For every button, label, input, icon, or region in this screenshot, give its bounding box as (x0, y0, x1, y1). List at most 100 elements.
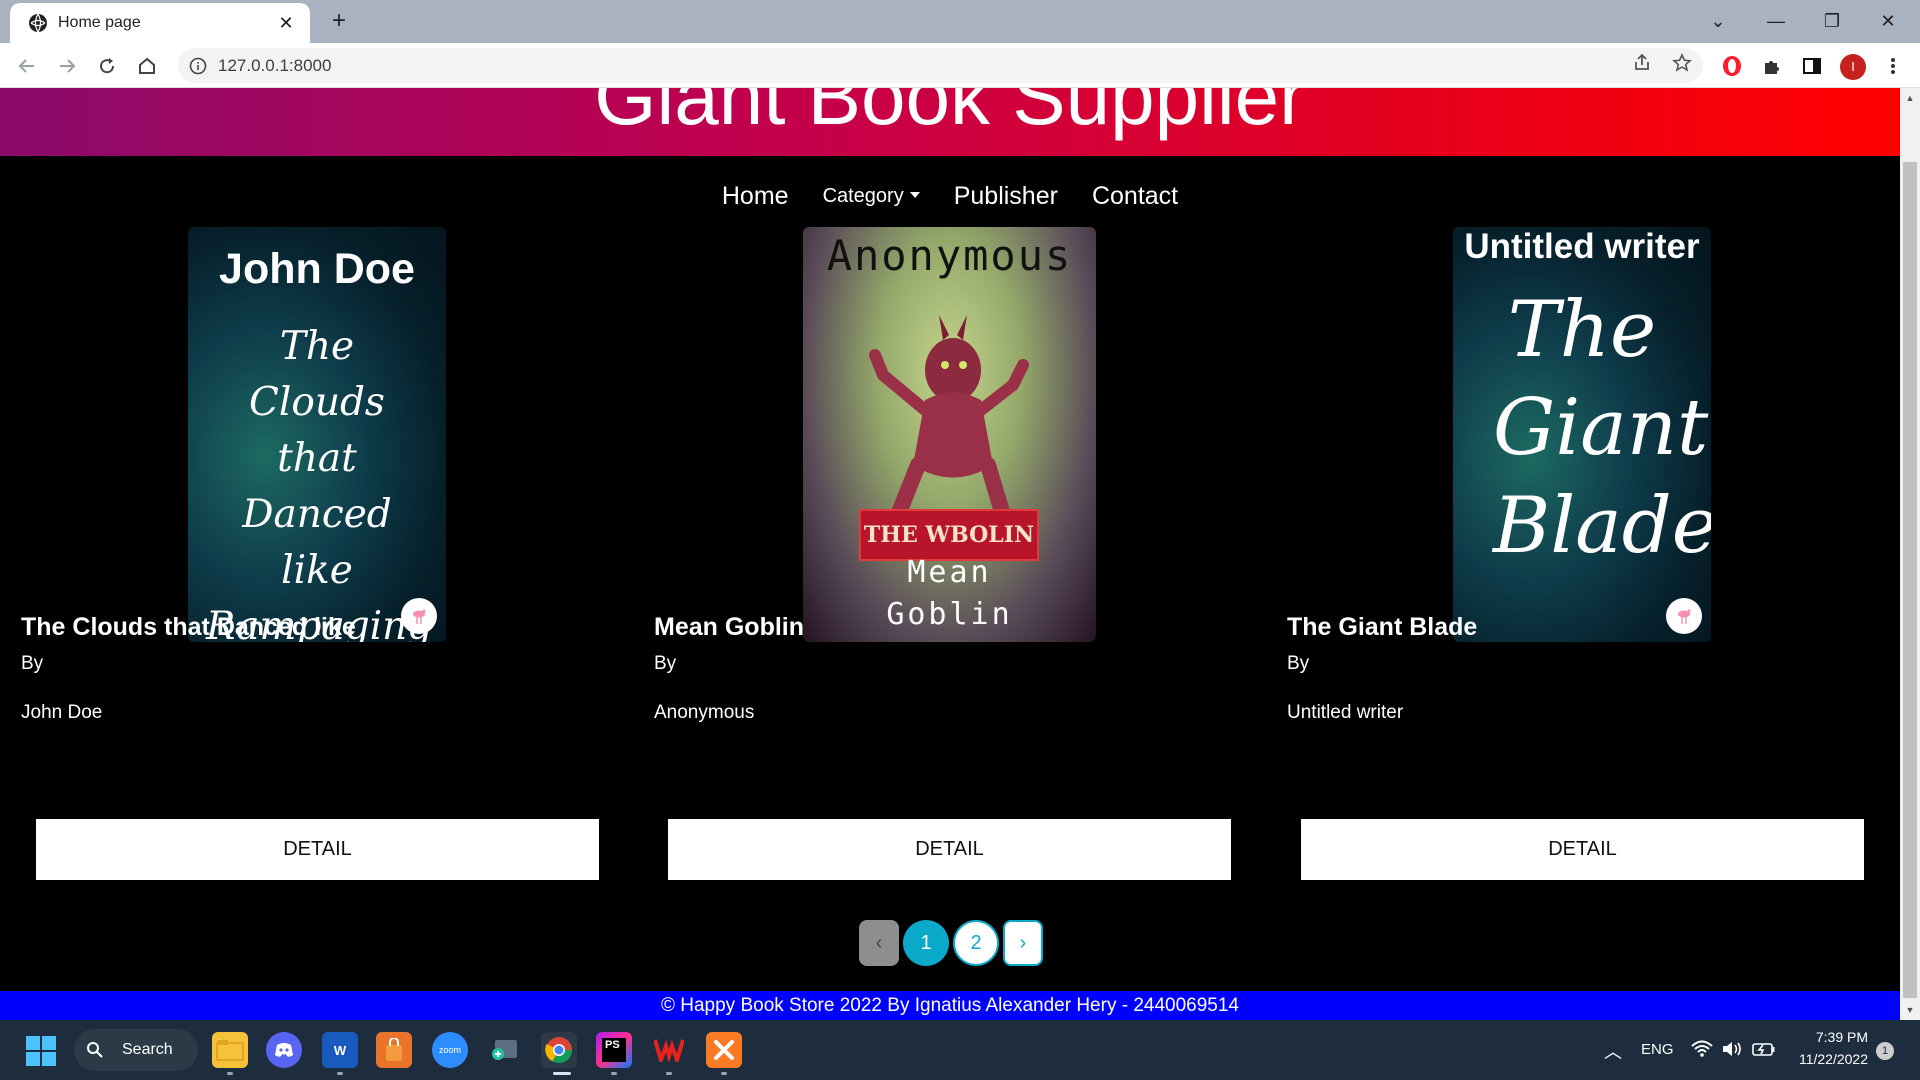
hero-banner: Giant Book Supplier (0, 88, 1900, 156)
arrow-right-icon (60, 59, 76, 73)
xampp-icon[interactable] (706, 1032, 742, 1068)
main-nav: Home Category Publisher Contact (0, 178, 1900, 214)
page-viewport: Giant Book Supplier Home Category Publis… (0, 88, 1900, 1020)
close-window-button[interactable]: ✕ (1864, 6, 1912, 36)
search-icon (87, 1042, 103, 1058)
tray-language[interactable]: ENG (1641, 1041, 1674, 1058)
side-panel-icon[interactable] (1799, 53, 1825, 79)
snipping-tool-icon[interactable] (486, 1032, 522, 1068)
home-button[interactable] (132, 51, 162, 81)
book-author: Anonymous (654, 702, 755, 723)
word-icon[interactable]: W (322, 1032, 358, 1068)
reload-icon (100, 58, 115, 74)
discord-icon[interactable] (266, 1032, 302, 1068)
book-title: The Giant Blade (1287, 613, 1478, 641)
book-grid: John Doe The Clouds that Danced like Ram… (0, 227, 1900, 782)
tab-title: Home page (58, 14, 141, 31)
site-info-icon[interactable] (188, 56, 208, 76)
restore-button[interactable]: ❐ (1808, 6, 1856, 36)
taskbar-running-indicator (337, 1072, 343, 1075)
taskbar-search-label: Search (122, 1041, 173, 1058)
book-by-label: By (21, 653, 44, 674)
book-author: John Doe (21, 702, 103, 723)
cover-author: Untitled writer (1464, 227, 1700, 266)
nav-category-dropdown[interactable]: Category (806, 185, 937, 208)
page-scrollbar[interactable]: ▲ ▼ (1900, 88, 1920, 1020)
pagination-page-1[interactable]: 1 (903, 920, 949, 966)
kebab-menu-icon[interactable] (1880, 53, 1906, 79)
battery-charging-icon[interactable] (1752, 1040, 1776, 1063)
taskbar-active-indicator (553, 1072, 571, 1075)
detail-button[interactable]: DETAIL (1301, 819, 1864, 880)
clock-date[interactable]: 11/22/2022 (1792, 1051, 1868, 1067)
address-bar[interactable]: 127.0.0.1:8000 (178, 48, 1703, 83)
scrollbar-thumb[interactable] (1903, 162, 1917, 998)
scroll-down-arrow-icon[interactable]: ▼ (1900, 1000, 1920, 1020)
file-explorer-icon[interactable] (212, 1032, 248, 1068)
minimize-button[interactable]: — (1752, 6, 1800, 36)
back-button[interactable] (12, 51, 42, 81)
start-button-windows-icon[interactable] (26, 1036, 56, 1066)
caret-down-icon (909, 191, 920, 198)
pagination-next-button[interactable]: › (1003, 920, 1043, 966)
arrow-left-icon (18, 59, 34, 73)
book-by-label: By (1287, 653, 1310, 674)
url-text[interactable]: 127.0.0.1:8000 (218, 56, 331, 76)
share-icon[interactable] (1630, 51, 1654, 75)
site-title: Giant Book Supplier (594, 88, 1306, 141)
zoom-icon[interactable]: zoom (432, 1032, 468, 1068)
phpstorm-label: PS (602, 1038, 626, 1062)
flamingo-badge-icon (1666, 598, 1702, 634)
wps-office-icon[interactable] (651, 1032, 687, 1068)
opera-extension-icon[interactable] (1719, 53, 1745, 79)
reload-button[interactable] (92, 51, 122, 81)
taskbar-running-indicator (611, 1072, 617, 1075)
tray-chevron-up-icon[interactable]: ︿ (1604, 1038, 1622, 1064)
new-tab-button[interactable]: + (325, 8, 353, 36)
browser-toolbar: 127.0.0.1:8000 I (0, 43, 1920, 88)
detail-button[interactable]: DETAIL (668, 819, 1231, 880)
book-cover[interactable]: Untitled writer The Giant Blade (1453, 227, 1711, 642)
book-title: The Clouds that Danced like (21, 613, 356, 641)
taskbar-running-indicator (227, 1072, 233, 1075)
nav-home[interactable]: Home (705, 182, 806, 211)
cover-title: Mean Goblin (886, 555, 1013, 632)
cover-title: The Giant Blade (1493, 285, 1711, 571)
taskbar-search[interactable]: Search (74, 1029, 198, 1071)
scroll-up-arrow-icon[interactable]: ▲ (1900, 88, 1920, 108)
pagination-page-2[interactable]: 2 (953, 920, 999, 966)
page-footer: © Happy Book Store 2022 By Ignatius Alex… (0, 991, 1900, 1020)
nav-publisher[interactable]: Publisher (937, 182, 1075, 211)
nav-category-label: Category (822, 184, 904, 207)
notification-badge[interactable]: 1 (1876, 1042, 1894, 1060)
clock-time[interactable]: 7:39 PM (1812, 1029, 1868, 1045)
nav-contact[interactable]: Contact (1075, 182, 1195, 211)
bookmark-star-icon[interactable] (1670, 51, 1694, 75)
globe-icon (29, 13, 47, 33)
home-icon (139, 57, 155, 74)
taskbar-running-indicator (721, 1072, 727, 1075)
book-title: Mean Goblin (654, 613, 804, 641)
volume-icon[interactable] (1721, 1040, 1743, 1063)
tab-search-dropdown-icon[interactable]: ⌄ (1694, 6, 1742, 36)
book-author: Untitled writer (1287, 702, 1404, 723)
extensions-puzzle-icon[interactable] (1759, 53, 1785, 79)
taskbar-running-indicator (666, 1072, 672, 1075)
windows-taskbar: Search W zoom PS ︿ ENG 7:39 PM 11/22/202… (0, 1020, 1920, 1080)
book-card: Untitled writer The Giant Blade (0, 227, 1711, 782)
chrome-icon[interactable] (541, 1032, 577, 1068)
goblin-illustration-icon (869, 315, 1029, 535)
pagination: ‹ 1 2 › (859, 920, 1043, 966)
tab-close-icon[interactable]: ✕ (276, 13, 296, 34)
detail-button[interactable]: DETAIL (36, 819, 599, 880)
store-bag-icon[interactable] (376, 1032, 412, 1068)
book-cover[interactable]: Anonymous THE WBOLIN Mean Goblin (803, 227, 1096, 642)
wifi-icon[interactable] (1691, 1040, 1713, 1063)
forward-button[interactable] (52, 51, 82, 81)
browser-tabstrip: Home page ✕ + ⌄ — ❐ ✕ (0, 0, 1920, 43)
pagination-prev-button[interactable]: ‹ (859, 920, 899, 966)
cover-author: Anonymous (826, 231, 1073, 280)
tab-home-page[interactable]: Home page ✕ (10, 3, 310, 43)
profile-avatar[interactable]: I (1840, 54, 1866, 80)
phpstorm-icon[interactable]: PS (596, 1032, 632, 1068)
